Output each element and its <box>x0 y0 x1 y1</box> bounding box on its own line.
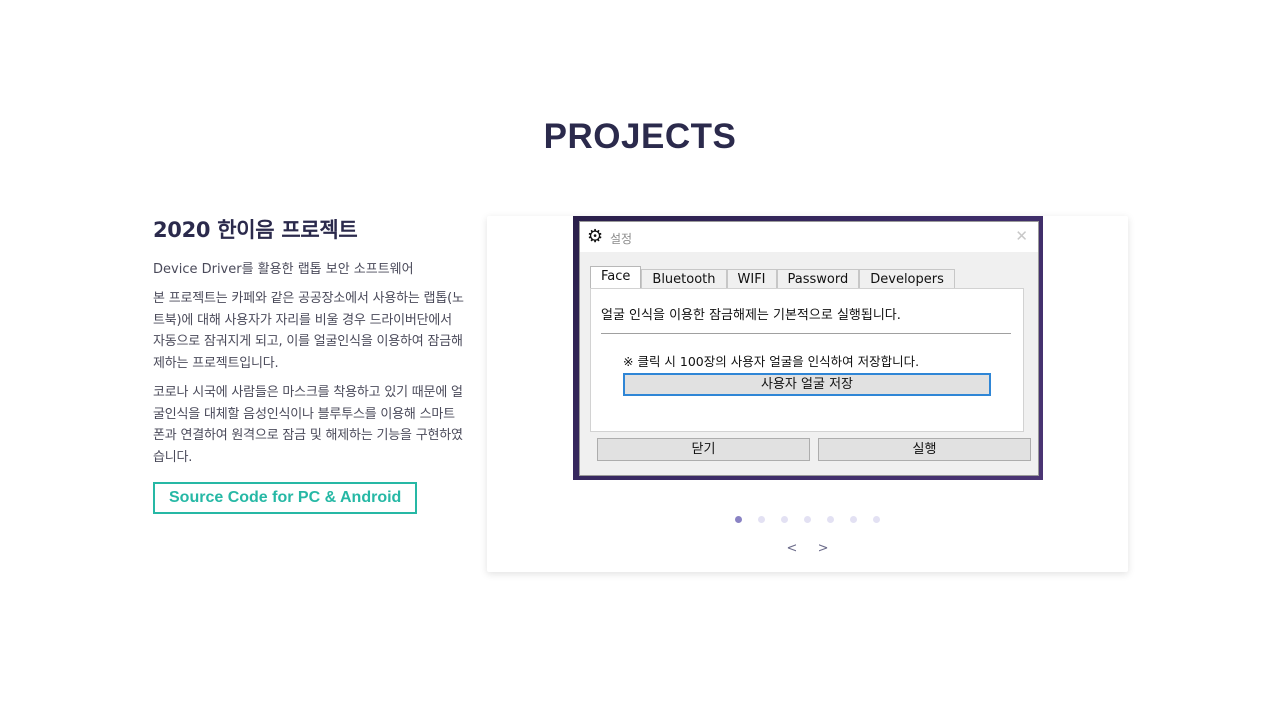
project-description-2: 코로나 시국에 사람들은 마스크를 착용하고 있기 때문에 얼굴인식을 대체할 … <box>153 385 463 465</box>
project-carousel-card: ⚙ 설정 ✕ Face Bluetooth WIFI Password Deve… <box>487 216 1128 572</box>
tab-password: Password <box>776 269 860 290</box>
panel-divider <box>601 333 1011 334</box>
project-description-1: 본 프로젝트는 카페와 같은 공공장소에서 사용하는 랩톱(노트북)에 대해 사… <box>153 291 464 371</box>
carousel-dot[interactable] <box>781 516 788 523</box>
gear-icon: ⚙ <box>587 226 604 247</box>
tab-bar: Face Bluetooth WIFI Password Developers <box>590 266 955 291</box>
panel-note: ※ 클릭 시 100장의 사용자 얼굴을 인식하여 저장합니다. <box>623 354 920 369</box>
window-title: 설정 <box>610 232 633 246</box>
carousel-dot[interactable] <box>827 516 834 523</box>
source-code-button[interactable]: Source Code for PC & Android <box>153 482 418 514</box>
carousel-dot[interactable] <box>758 516 765 523</box>
carousel-dot[interactable] <box>735 516 742 523</box>
tab-developers: Developers <box>859 269 955 290</box>
run-button: 실행 <box>818 438 1031 461</box>
project-info: 2020 한이음 프로젝트 Device Driver를 활용한 랩톱 보안 소… <box>153 214 465 514</box>
carousel-dot[interactable] <box>804 516 811 523</box>
carousel-dot[interactable] <box>850 516 857 523</box>
close-icon: ✕ <box>1015 227 1028 245</box>
close-window-button: 닫기 <box>597 438 810 461</box>
panel-description: 얼굴 인식을 이용한 잠금해제는 기본적으로 실행됩니다. <box>601 308 901 323</box>
carousel-dot[interactable] <box>873 516 880 523</box>
project-title: 2020 한이음 프로젝트 <box>153 218 358 242</box>
tab-bluetooth: Bluetooth <box>641 269 727 290</box>
carousel-arrows: < > <box>487 541 1128 556</box>
project-subtitle: Device Driver를 활용한 랩톱 보안 소프트웨어 <box>153 262 414 277</box>
carousel-slide-image: ⚙ 설정 ✕ Face Bluetooth WIFI Password Deve… <box>573 216 1043 480</box>
save-face-button: 사용자 얼굴 저장 <box>623 373 991 396</box>
window-titlebar: ⚙ 설정 ✕ <box>580 222 1038 252</box>
section-title: PROJECTS <box>543 117 737 156</box>
face-tab-panel: 얼굴 인식을 이용한 잠금해제는 기본적으로 실행됩니다. ※ 클릭 시 100… <box>590 288 1024 432</box>
next-arrow-icon[interactable]: > <box>818 541 829 556</box>
settings-window: ⚙ 설정 ✕ Face Bluetooth WIFI Password Deve… <box>579 221 1039 476</box>
prev-arrow-icon[interactable]: < <box>787 541 798 556</box>
tab-wifi: WIFI <box>726 269 777 290</box>
carousel-dots <box>487 508 1128 527</box>
